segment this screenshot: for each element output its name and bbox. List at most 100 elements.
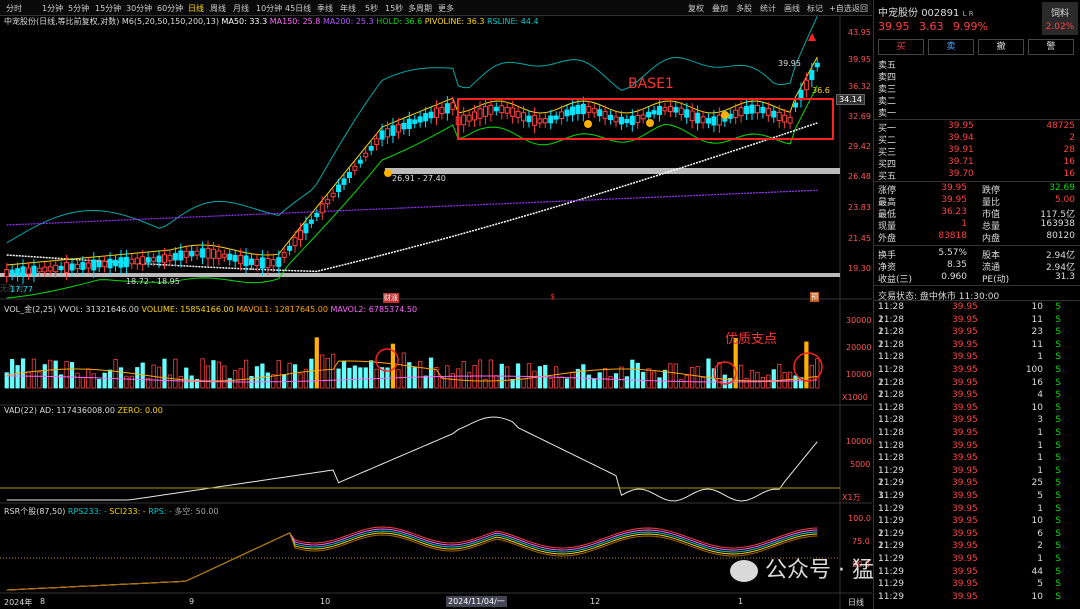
candle-body bbox=[210, 248, 216, 259]
tick-side: S bbox=[1055, 579, 1061, 590]
axis-label: 29.42 bbox=[848, 142, 871, 151]
ask-row: 卖一 bbox=[878, 106, 1077, 119]
tick-count: 2 bbox=[878, 339, 884, 350]
tick-price: 39.95 bbox=[952, 491, 978, 501]
candle-body bbox=[20, 266, 26, 277]
sector-label: 饲料 bbox=[1050, 9, 1069, 19]
candle-body bbox=[433, 107, 439, 118]
tick-volume: 6 bbox=[1037, 528, 1043, 539]
volume-bar bbox=[777, 363, 782, 389]
tab-60min[interactable]: 60分钟 bbox=[157, 3, 183, 14]
btn-huaxian[interactable]: 画线 bbox=[784, 3, 800, 14]
sell-button[interactable]: 卖 bbox=[928, 39, 974, 55]
tab-fenshi[interactable]: 分时 bbox=[6, 3, 22, 14]
volume-bar bbox=[755, 371, 760, 389]
candle-body bbox=[259, 257, 265, 269]
volume-bar bbox=[760, 377, 765, 389]
tab-5sec[interactable]: 5秒 bbox=[365, 3, 378, 14]
volume-bar bbox=[113, 358, 118, 389]
tab-30min[interactable]: 30分钟 bbox=[126, 3, 152, 14]
tab-45day[interactable]: 45日线 bbox=[285, 3, 311, 14]
tick-volume: 10 bbox=[1031, 302, 1043, 312]
tick-volume: 1 bbox=[1037, 453, 1043, 464]
candle-body bbox=[793, 102, 799, 108]
volume-bar bbox=[347, 367, 352, 389]
axis-label: 23.83 bbox=[848, 203, 871, 212]
bid-price: 39.94 bbox=[948, 133, 974, 143]
candle-body bbox=[374, 138, 380, 146]
tab-year[interactable]: 年线 bbox=[340, 3, 356, 14]
candle-body bbox=[733, 109, 739, 119]
volume-bar bbox=[510, 378, 515, 389]
alert-button[interactable]: 警 bbox=[1028, 39, 1074, 55]
tab-multi[interactable]: 多周期 bbox=[408, 3, 432, 14]
tick-row: 11:28 39.95 3 S 1 bbox=[878, 415, 1077, 427]
volume-bar bbox=[559, 376, 564, 389]
tick-count: 1 bbox=[878, 465, 884, 476]
tick-price: 39.95 bbox=[952, 377, 978, 388]
candle-body bbox=[265, 257, 271, 269]
quality-pivot-label: 优质支点 bbox=[725, 332, 778, 347]
candle-body bbox=[809, 69, 815, 81]
cancel-order-button[interactable]: 撤 bbox=[978, 39, 1024, 55]
candle-body bbox=[379, 130, 385, 140]
tab-week[interactable]: 周线 bbox=[210, 3, 226, 14]
candle-body bbox=[352, 165, 358, 171]
tab-10min[interactable]: 10分钟 bbox=[256, 3, 282, 14]
volume-bar bbox=[494, 375, 499, 389]
candle-body bbox=[493, 106, 499, 112]
volume-bar bbox=[619, 366, 624, 389]
tab-15sec[interactable]: 15秒 bbox=[385, 3, 403, 14]
price-pct: 9.99% bbox=[953, 20, 988, 33]
volume-bar bbox=[592, 378, 597, 389]
tab-more[interactable]: 更多 bbox=[438, 3, 454, 14]
vol-legend: VOL_金(2,25) VVOL: 31321646.00 VOLUME: 15… bbox=[4, 304, 417, 315]
volume-bar bbox=[162, 358, 167, 389]
tab-season[interactable]: 季线 bbox=[317, 3, 333, 14]
btn-biaoji[interactable]: 标记 bbox=[807, 3, 823, 14]
candle-body bbox=[684, 109, 690, 118]
candle-body bbox=[297, 229, 303, 241]
candle-body bbox=[678, 107, 684, 116]
btn-add-watch[interactable]: +自选 bbox=[829, 3, 852, 14]
buy-button[interactable]: 买 bbox=[878, 39, 924, 55]
stat-row: 最高 39.95 量比 5.00 bbox=[878, 195, 1077, 208]
candle-body bbox=[238, 255, 244, 265]
candle-body bbox=[700, 116, 706, 124]
tab-day[interactable]: 日线 bbox=[188, 3, 204, 14]
tick-row: 11:29 39.95 10 S 1 bbox=[878, 592, 1077, 604]
volume-bar bbox=[477, 359, 483, 389]
vol-name: VOL_金(2,25) bbox=[4, 305, 57, 314]
pivot-marker bbox=[584, 120, 592, 128]
axis-label: 43.95 bbox=[848, 28, 871, 37]
btn-diejia[interactable]: 叠加 bbox=[712, 3, 728, 14]
tick-price: 39.95 bbox=[952, 428, 978, 438]
volume-bar bbox=[461, 361, 466, 389]
ask-label: 卖一 bbox=[878, 109, 897, 119]
no-data-label: 无数据 bbox=[0, 284, 24, 293]
tick-count: 1 bbox=[878, 365, 884, 375]
pivoline bbox=[6, 56, 818, 266]
volume-bar bbox=[37, 371, 42, 389]
tab-month[interactable]: 月线 bbox=[233, 3, 249, 14]
tick-side: S bbox=[1055, 503, 1061, 514]
sector-box[interactable]: 饲料 2.02% bbox=[1042, 2, 1078, 35]
pivoline-legend: PIVOLINE: 36.3 bbox=[424, 17, 485, 26]
volume-bar bbox=[80, 377, 86, 389]
candle-body bbox=[357, 159, 363, 164]
candle-body bbox=[472, 111, 478, 121]
tick-row: 11:29 39.95 1 S 1 bbox=[878, 466, 1077, 478]
btn-tongji[interactable]: 统计 bbox=[760, 3, 776, 14]
tick-side: S bbox=[1055, 390, 1061, 401]
tab-1min[interactable]: 1分钟 bbox=[42, 3, 63, 14]
candle-body bbox=[504, 106, 510, 114]
volume-bar bbox=[369, 360, 374, 389]
btn-fuquan[interactable]: 复权 bbox=[688, 3, 704, 14]
volume-bar bbox=[488, 359, 494, 389]
tab-15min[interactable]: 15分钟 bbox=[95, 3, 121, 14]
tab-5min[interactable]: 5分钟 bbox=[68, 3, 89, 14]
btn-back[interactable]: 返回 bbox=[852, 3, 868, 14]
btn-duogu[interactable]: 多股 bbox=[736, 3, 752, 14]
candle-body bbox=[559, 111, 565, 120]
stat-label: 内盘 bbox=[982, 234, 1001, 244]
